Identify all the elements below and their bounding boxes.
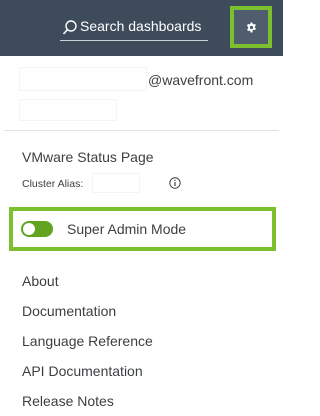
settings-dropdown-menu: @wavefront.com VMware Status Page Cluste… bbox=[4, 56, 279, 416]
redacted-user-detail bbox=[20, 100, 116, 120]
settings-button[interactable] bbox=[230, 6, 272, 48]
api-documentation-link[interactable]: API Documentation bbox=[22, 363, 143, 379]
toggle-knob bbox=[23, 223, 35, 235]
release-notes-link[interactable]: Release Notes bbox=[22, 393, 114, 409]
top-navigation-bar: Search dashboards bbox=[0, 0, 283, 56]
gear-icon bbox=[247, 22, 256, 33]
super-admin-mode-row: Super Admin Mode bbox=[9, 207, 276, 251]
vmware-status-page-link[interactable]: VMware Status Page bbox=[22, 149, 154, 165]
search-placeholder: Search dashboards bbox=[80, 18, 202, 34]
super-admin-mode-label: Super Admin Mode bbox=[67, 221, 187, 237]
user-email-domain: @wavefront.com bbox=[148, 72, 254, 88]
language-reference-link[interactable]: Language Reference bbox=[22, 333, 153, 349]
redacted-username bbox=[20, 68, 146, 90]
about-link[interactable]: About bbox=[22, 273, 59, 289]
cluster-alias-label: Cluster Alias: bbox=[22, 178, 84, 190]
info-icon[interactable] bbox=[169, 177, 181, 189]
super-admin-mode-toggle[interactable] bbox=[21, 221, 53, 237]
redacted-cluster-alias bbox=[93, 174, 139, 192]
search-dashboards-field[interactable]: Search dashboards bbox=[60, 16, 208, 41]
search-icon bbox=[62, 20, 77, 35]
documentation-link[interactable]: Documentation bbox=[22, 303, 116, 319]
menu-divider bbox=[4, 130, 279, 131]
